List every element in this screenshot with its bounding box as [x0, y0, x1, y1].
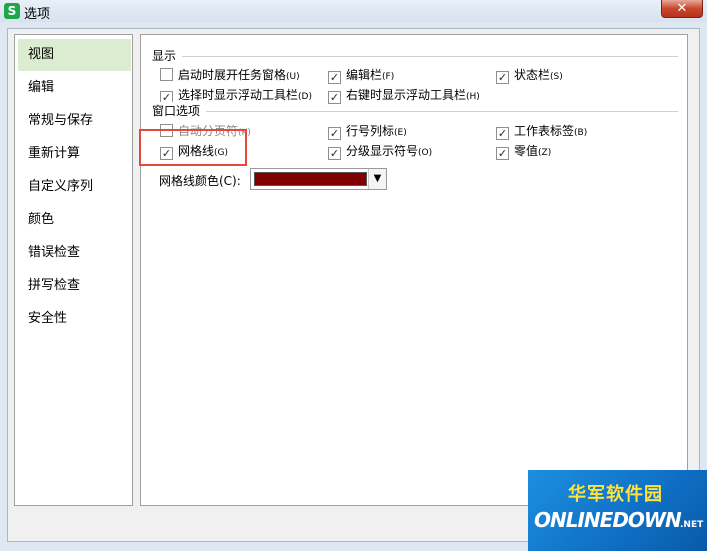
sidebar-item-view[interactable]: 视图 [18, 39, 131, 71]
sidebar-item-edit[interactable]: 编辑 [18, 72, 131, 104]
chevron-down-icon[interactable]: ▼ [368, 169, 386, 189]
option-zero-values[interactable]: ✓ 零值(Z) [496, 142, 551, 160]
watermark-logo: 华军软件园 ONLINEDOWN .NET [528, 470, 707, 551]
sidebar: 视图 编辑 常规与保存 重新计算 自定义序列 颜色 错误检查 拼写检查 安全性 [14, 34, 133, 506]
gridline-color-select[interactable]: ▼ [250, 168, 387, 190]
option-outline-symbols[interactable]: ✓ 分级显示符号(O) [328, 142, 432, 160]
option-float-toolbar-rightclick[interactable]: ✓ 右键时显示浮动工具栏(H) [328, 86, 480, 104]
sidebar-item-custom-list[interactable]: 自定义序列 [18, 171, 131, 203]
sidebar-item-error-check[interactable]: 错误检查 [18, 237, 131, 269]
option-status-bar[interactable]: ✓ 状态栏(S) [496, 66, 563, 84]
color-swatch [254, 172, 367, 186]
checkbox-icon[interactable]: ✓ [496, 71, 509, 84]
sidebar-item-spelling[interactable]: 拼写检查 [18, 270, 131, 302]
watermark-cn: 华军软件园 [568, 484, 663, 505]
option-formula-bar[interactable]: ✓ 编辑栏(F) [328, 66, 394, 84]
option-expand-task-pane[interactable]: 启动时展开任务窗格(U) [160, 66, 300, 84]
section-divider [206, 111, 678, 112]
watermark-suffix: .NET [680, 520, 704, 530]
sidebar-item-security[interactable]: 安全性 [18, 303, 131, 335]
watermark-en: ONLINEDOWN [534, 508, 682, 532]
section-divider [182, 56, 678, 57]
window-title: 选项 [24, 7, 51, 22]
checkbox-icon[interactable]: ✓ [496, 147, 509, 160]
section-title-window-options: 窗口选项 [152, 102, 205, 119]
app-logo-icon: S [4, 3, 20, 19]
sidebar-item-general[interactable]: 常规与保存 [18, 105, 131, 137]
checkbox-icon[interactable]: ✓ [328, 147, 341, 160]
gridline-color-label: 网格线颜色(C): [159, 174, 241, 188]
checkbox-icon[interactable] [160, 68, 173, 81]
option-sheet-tabs[interactable]: ✓ 工作表标签(B) [496, 122, 587, 140]
section-title-display: 显示 [152, 47, 181, 64]
checkbox-icon[interactable]: ✓ [328, 127, 341, 140]
highlight-box [139, 129, 247, 166]
close-button[interactable]: ✕ [661, 0, 703, 18]
title-bar: S 选项 ✕ [0, 0, 707, 22]
option-row-col-headers[interactable]: ✓ 行号列标(E) [328, 122, 407, 140]
sidebar-item-recalc[interactable]: 重新计算 [18, 138, 131, 170]
checkbox-icon[interactable]: ✓ [328, 71, 341, 84]
checkbox-icon[interactable]: ✓ [328, 91, 341, 104]
checkbox-icon[interactable]: ✓ [496, 127, 509, 140]
sidebar-item-color[interactable]: 颜色 [18, 204, 131, 236]
options-panel [140, 34, 688, 506]
